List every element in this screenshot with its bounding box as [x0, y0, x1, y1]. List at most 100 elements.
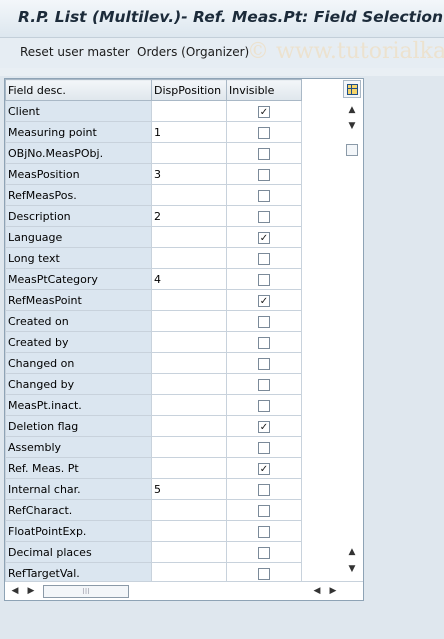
reset-user-master-button[interactable]: Reset user master [20, 45, 130, 59]
scroll-up-arrow-icon[interactable]: ▲ [346, 104, 358, 116]
invisible-checkbox[interactable] [258, 567, 270, 580]
disp-position-input[interactable] [151, 457, 227, 479]
invisible-checkbox[interactable] [258, 420, 270, 433]
window-title: R.P. List (Multilev.)- Ref. Meas.Pt: Fie… [18, 8, 444, 26]
field-desc-cell: Description [5, 205, 152, 227]
field-desc-cell: RefMeasPos. [5, 184, 152, 206]
invisible-cell [226, 184, 302, 206]
table-row: Created on [5, 310, 302, 332]
table-row: OBjNo.MeasPObj. [5, 142, 302, 164]
disp-position-input[interactable] [151, 289, 227, 311]
invisible-checkbox[interactable] [258, 546, 270, 559]
invisible-checkbox[interactable] [258, 483, 270, 496]
invisible-checkbox[interactable] [258, 315, 270, 328]
disp-position-input[interactable]: 2 [151, 205, 227, 227]
table-row: MeasPosition 3 [5, 163, 302, 185]
table-row: RefMeasPos. [5, 184, 302, 206]
table-row: Assembly [5, 436, 302, 458]
orders-organizer-button[interactable]: Orders (Organizer) [137, 45, 249, 59]
scroll-up-bottom-arrow-icon[interactable]: ▲ [346, 546, 358, 558]
field-desc-cell: Ref. Meas. Pt [5, 457, 152, 479]
invisible-checkbox[interactable] [258, 462, 270, 475]
invisible-cell [226, 310, 302, 332]
title-bar: R.P. List (Multilev.)- Ref. Meas.Pt: Fie… [0, 0, 444, 38]
invisible-checkbox[interactable] [258, 210, 270, 223]
scroll-left-end-arrow-icon[interactable]: ◀ [311, 585, 323, 597]
disp-position-input[interactable]: 3 [151, 163, 227, 185]
disp-position-input[interactable]: 5 [151, 478, 227, 500]
disp-position-input[interactable] [151, 310, 227, 332]
invisible-checkbox[interactable] [258, 399, 270, 412]
disp-position-input[interactable] [151, 142, 227, 164]
field-desc-cell: RefMeasPoint [5, 289, 152, 311]
field-desc-cell: Assembly [5, 436, 152, 458]
invisible-cell [226, 163, 302, 185]
invisible-checkbox[interactable] [258, 294, 270, 307]
table-row: Measuring point 1 [5, 121, 302, 143]
field-table: Field desc. DispPosition Invisible Clien… [5, 79, 302, 584]
disp-position-input[interactable] [151, 415, 227, 437]
invisible-checkbox[interactable] [258, 273, 270, 286]
disp-position-input[interactable] [151, 352, 227, 374]
invisible-cell [226, 268, 302, 290]
invisible-checkbox[interactable] [258, 357, 270, 370]
disp-position-input[interactable] [151, 394, 227, 416]
horizontal-scroll-thumb[interactable]: ⁝⁝⁝ [43, 585, 129, 598]
invisible-checkbox[interactable] [258, 126, 270, 139]
disp-position-input[interactable] [151, 226, 227, 248]
disp-position-input[interactable] [151, 100, 227, 122]
scroll-right-arrow-icon[interactable]: ▶ [25, 585, 37, 597]
invisible-checkbox[interactable] [258, 168, 270, 181]
invisible-checkbox[interactable] [258, 525, 270, 538]
invisible-checkbox[interactable] [258, 336, 270, 349]
vertical-scroll-thumb[interactable] [346, 144, 358, 156]
invisible-cell [226, 247, 302, 269]
invisible-cell [226, 457, 302, 479]
invisible-checkbox[interactable] [258, 231, 270, 244]
field-desc-cell: Created by [5, 331, 152, 353]
invisible-cell [226, 541, 302, 563]
invisible-cell [226, 415, 302, 437]
column-header-disp-position[interactable]: DispPosition [151, 79, 227, 101]
column-header-field-desc[interactable]: Field desc. [5, 79, 152, 101]
disp-position-input[interactable] [151, 436, 227, 458]
field-desc-cell: Internal char. [5, 478, 152, 500]
disp-position-input[interactable]: 4 [151, 268, 227, 290]
scroll-down-bottom-arrow-icon[interactable]: ▼ [346, 563, 358, 575]
table-row: Description 2 [5, 205, 302, 227]
scroll-left-arrow-icon[interactable]: ◀ [9, 585, 21, 597]
disp-position-input[interactable] [151, 247, 227, 269]
field-desc-cell: Changed on [5, 352, 152, 374]
horizontal-scrollbar[interactable]: ◀ ▶ ⁝⁝⁝ ◀ ▶ [5, 581, 363, 600]
application-toolbar: Reset user master Orders (Organizer) © w… [0, 38, 444, 68]
vertical-scrollbar[interactable]: ▲ ▼ ▲ ▼ [343, 100, 361, 580]
disp-position-input[interactable] [151, 520, 227, 542]
disp-position-input[interactable]: 1 [151, 121, 227, 143]
disp-position-input[interactable] [151, 373, 227, 395]
table-row: Internal char. 5 [5, 478, 302, 500]
invisible-checkbox[interactable] [258, 441, 270, 454]
invisible-cell [226, 373, 302, 395]
scroll-down-arrow-icon[interactable]: ▼ [346, 120, 358, 132]
scroll-right-end-arrow-icon[interactable]: ▶ [327, 585, 339, 597]
invisible-cell [226, 142, 302, 164]
invisible-checkbox[interactable] [258, 189, 270, 202]
table-row: RefCharact. [5, 499, 302, 521]
invisible-cell [226, 100, 302, 122]
column-settings-button[interactable] [343, 80, 361, 98]
invisible-checkbox[interactable] [258, 504, 270, 517]
invisible-checkbox[interactable] [258, 105, 270, 118]
invisible-cell [226, 226, 302, 248]
table-row: Changed on [5, 352, 302, 374]
column-header-invisible[interactable]: Invisible [226, 79, 302, 101]
table-row: FloatPointExp. [5, 520, 302, 542]
disp-position-input[interactable] [151, 184, 227, 206]
field-desc-cell: OBjNo.MeasPObj. [5, 142, 152, 164]
disp-position-input[interactable] [151, 499, 227, 521]
invisible-checkbox[interactable] [258, 378, 270, 391]
invisible-cell [226, 205, 302, 227]
disp-position-input[interactable] [151, 541, 227, 563]
invisible-checkbox[interactable] [258, 252, 270, 265]
invisible-checkbox[interactable] [258, 147, 270, 160]
disp-position-input[interactable] [151, 331, 227, 353]
